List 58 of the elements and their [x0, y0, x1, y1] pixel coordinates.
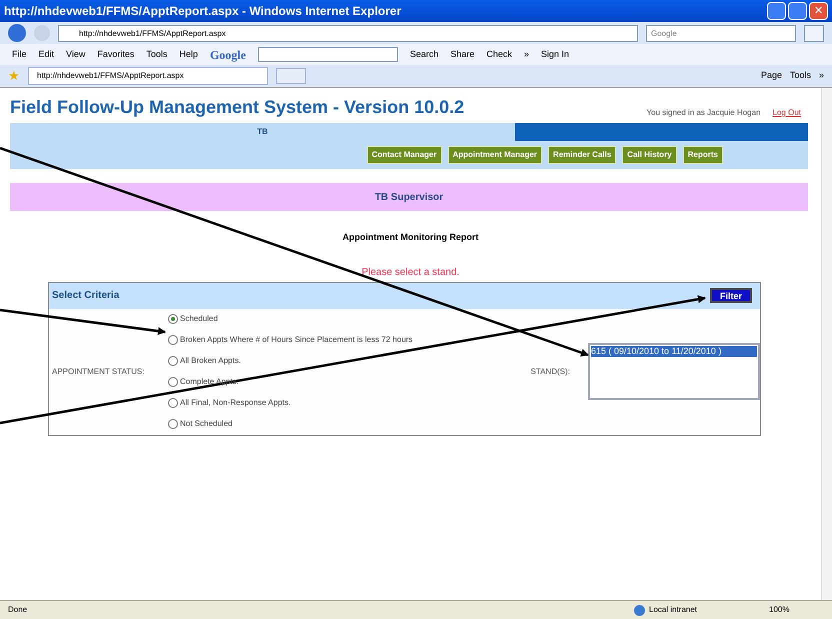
- radio-button[interactable]: [168, 314, 178, 324]
- radio-button[interactable]: [168, 335, 178, 345]
- command-button[interactable]: »: [818, 69, 824, 83]
- radio-button[interactable]: [168, 377, 178, 387]
- google-logo: Google: [210, 46, 246, 64]
- maximize-button[interactable]: [788, 2, 807, 20]
- panel-title: Select Criteria: [52, 289, 120, 303]
- toolbar-button[interactable]: Share: [450, 48, 474, 62]
- menu-item[interactable]: File: [12, 48, 27, 62]
- nav-button[interactable]: Reports: [682, 146, 723, 164]
- signed-in-text: You signed in as Jacquie Hogan: [646, 107, 761, 119]
- section-band: TB: [10, 123, 515, 141]
- nav-button[interactable]: Contact Manager: [366, 146, 442, 164]
- radio-label: All Broken Appts.: [180, 355, 241, 367]
- stand-option[interactable]: 615 ( 09/10/2010 to 11/20/2010 ): [591, 346, 757, 357]
- toolbar-button[interactable]: Sign In: [541, 48, 570, 62]
- search-button[interactable]: [804, 24, 824, 42]
- back-button[interactable]: [8, 24, 26, 42]
- nav-button[interactable]: Call History: [622, 146, 677, 164]
- status-text: Done: [8, 604, 28, 616]
- globe-icon: [634, 604, 645, 616]
- error-message: Please select a stand.: [360, 266, 460, 280]
- minimize-button[interactable]: [767, 2, 786, 20]
- search-field[interactable]: Google: [646, 24, 796, 42]
- report-title: Appointment Monitoring Report: [342, 231, 480, 244]
- command-button[interactable]: Tools: [790, 69, 811, 83]
- zone-text: Local intranet: [649, 604, 698, 616]
- role-band: TB Supervisor: [10, 183, 808, 211]
- nav-button[interactable]: Reminder Calls: [548, 146, 616, 164]
- menu-item[interactable]: Edit: [38, 48, 54, 62]
- radio-label: Broken Appts Where # of Hours Since Placement is less 72 hours: [180, 334, 413, 346]
- address-field[interactable]: http://nhdevweb1/FFMS/ApptReport.aspx: [58, 24, 638, 42]
- nav-button[interactable]: Appointment Manager: [448, 146, 542, 164]
- radio-button[interactable]: [168, 398, 178, 408]
- radio-button[interactable]: [168, 419, 178, 429]
- menu-item[interactable]: Favorites: [97, 48, 134, 62]
- stand-listbox[interactable]: 615 ( 09/10/2010 to 11/20/2010 ): [588, 343, 760, 400]
- menu-item[interactable]: Tools: [146, 48, 168, 62]
- toolbar-button[interactable]: Check: [486, 48, 512, 62]
- filter-button[interactable]: Filter: [710, 288, 752, 303]
- zoom-control[interactable]: 100%: [769, 604, 824, 616]
- toolbar-button[interactable]: »: [524, 48, 530, 62]
- menu-item[interactable]: View: [66, 48, 86, 62]
- radio-button[interactable]: [168, 356, 178, 366]
- command-button[interactable]: Page: [760, 69, 782, 83]
- radio-label: Scheduled: [180, 313, 218, 325]
- close-button[interactable]: ✕: [809, 2, 828, 20]
- toolbar-button[interactable]: Search: [410, 48, 438, 62]
- browser-tab[interactable]: http://nhdevweb1/FFMS/ApptReport.aspx: [28, 67, 268, 85]
- app-title: Field Follow-Up Management System - Version 10.0.2: [10, 96, 464, 119]
- stand-label: STAND(S):: [530, 366, 571, 378]
- status-label: APPOINTMENT STATUS:: [51, 366, 146, 378]
- radio-label: Not Scheduled: [180, 418, 232, 430]
- menu-item[interactable]: Help: [179, 48, 198, 62]
- google-search-field[interactable]: [258, 47, 398, 62]
- radio-label: All Final, Non-Response Appts.: [180, 397, 291, 409]
- window-title: http://nhdevweb1/FFMS/ApptReport.aspx - Windows Internet Explorer: [4, 3, 402, 20]
- logout-link[interactable]: Log Out: [772, 107, 801, 119]
